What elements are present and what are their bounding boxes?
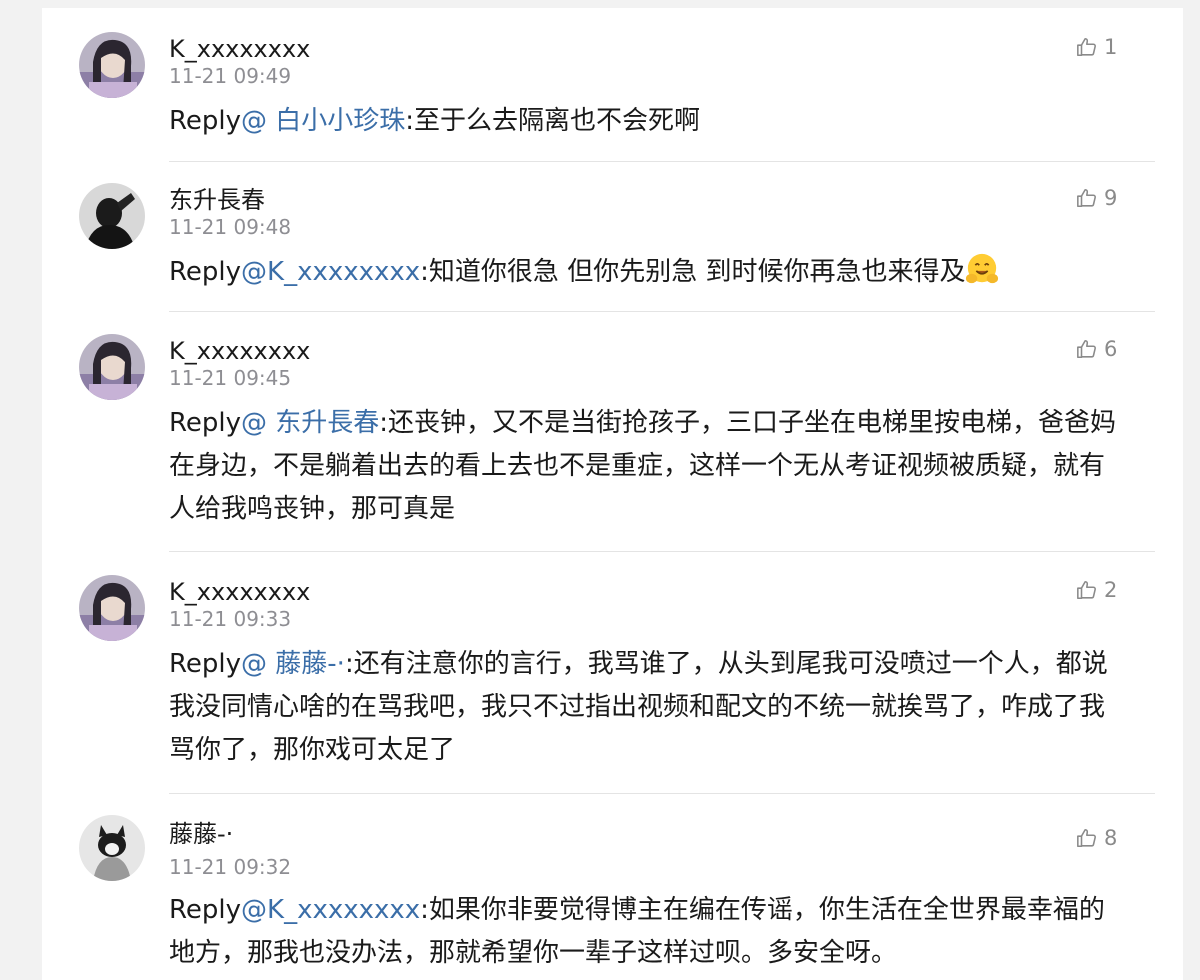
- hugging-face-emoji-icon: [966, 253, 999, 284]
- comment-list: K_xxxxxxxx 11-21 09:49 1 Reply@ 白小小珍珠:至于…: [42, 8, 1183, 980]
- comment-author[interactable]: 东升長春: [169, 185, 265, 215]
- reply-prefix: Reply: [169, 649, 242, 679]
- like-count: 6: [1104, 337, 1118, 361]
- thumbs-up-icon: [1077, 828, 1096, 848]
- like-button[interactable]: 2: [1076, 575, 1117, 605]
- reply-prefix: Reply: [169, 257, 242, 287]
- avatar[interactable]: [79, 575, 145, 641]
- reply-prefix: Reply: [169, 408, 242, 438]
- like-button[interactable]: 6: [1076, 334, 1117, 364]
- comment-time: 11-21 09:49: [169, 64, 292, 88]
- comment-text: :知道你很急 但你先别急 到时候你再急也来得及: [420, 257, 966, 287]
- like-count: 8: [1104, 826, 1118, 850]
- like-button[interactable]: 8: [1076, 823, 1117, 853]
- comment-body: Reply@K_xxxxxxxx:如果你非要觉得博主在编在传谣，你生活在全世界最…: [169, 889, 1129, 975]
- mention-link[interactable]: @ 东升長春: [241, 408, 379, 438]
- comment-time: 11-21 09:33: [169, 607, 292, 631]
- comment-body: Reply@ 东升長春:还丧钟，又不是当街抢孩子，三口子坐在电梯里按电梯，爸爸妈…: [169, 402, 1129, 531]
- divider: [169, 551, 1155, 552]
- thumbs-up-icon: [1077, 188, 1096, 208]
- avatar[interactable]: [79, 815, 145, 881]
- reply-prefix: Reply: [169, 106, 242, 136]
- mention-link[interactable]: @K_xxxxxxxx: [241, 257, 420, 287]
- avatar[interactable]: [79, 183, 145, 249]
- comment-time: 11-21 09:48: [169, 215, 292, 239]
- avatar[interactable]: [79, 334, 145, 400]
- comment-time: 11-21 09:32: [169, 855, 292, 879]
- comment-body: Reply@K_xxxxxxxx:知道你很急 但你先别急 到时候你再急也来得及: [169, 251, 1129, 294]
- divider: [169, 161, 1155, 162]
- comment-author[interactable]: K_xxxxxxxx: [169, 336, 310, 366]
- comment-time: 11-21 09:45: [169, 366, 292, 390]
- comment-text: :至于么去隔离也不会死啊: [405, 106, 701, 136]
- like-count: 2: [1104, 578, 1118, 602]
- comment-author[interactable]: K_xxxxxxxx: [169, 577, 310, 607]
- mention-link[interactable]: @ 白小小珍珠: [241, 106, 405, 136]
- like-count: 9: [1104, 186, 1118, 210]
- top-strip: [0, 0, 1200, 8]
- like-count: 1: [1104, 35, 1118, 59]
- comment-body: Reply@ 白小小珍珠:至于么去隔离也不会死啊: [169, 100, 1129, 143]
- reply-prefix: Reply: [169, 895, 242, 925]
- comment-author[interactable]: K_xxxxxxxx: [169, 34, 310, 64]
- mention-link[interactable]: @ 藤藤-·: [241, 649, 345, 679]
- like-button[interactable]: 1: [1076, 32, 1117, 62]
- mention-link[interactable]: @K_xxxxxxxx: [241, 895, 420, 925]
- divider: [169, 793, 1155, 794]
- comment-body: Reply@ 藤藤-·:还有注意你的言行，我骂谁了，从头到尾我可没喷过一个人，都…: [169, 643, 1129, 772]
- thumbs-up-icon: [1077, 580, 1096, 600]
- thumbs-up-icon: [1077, 339, 1096, 359]
- page: K_xxxxxxxx 11-21 09:49 1 Reply@ 白小小珍珠:至于…: [0, 0, 1200, 980]
- comment-author[interactable]: 藤藤-·: [169, 819, 233, 849]
- avatar[interactable]: [79, 32, 145, 98]
- thumbs-up-icon: [1077, 37, 1096, 57]
- like-button[interactable]: 9: [1076, 183, 1117, 213]
- divider: [169, 311, 1155, 312]
